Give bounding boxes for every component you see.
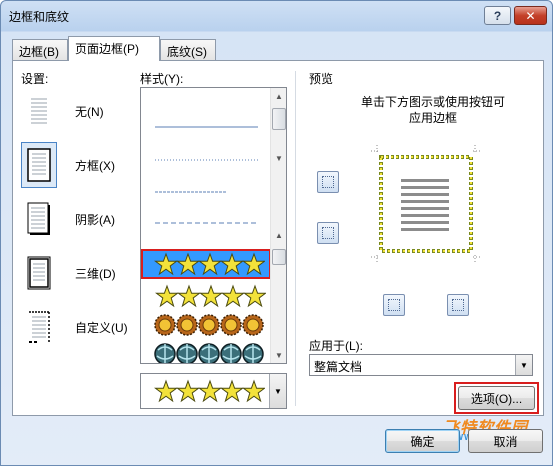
dialog-title: 边框和底纹 <box>9 10 70 24</box>
setting-none-label: 无(N) <box>75 104 104 119</box>
options-button[interactable]: 选项(O)... <box>458 386 535 410</box>
setting-box[interactable]: 方框(X) <box>21 142 115 188</box>
setting-box-label: 方框(X) <box>75 158 115 173</box>
apply-to-value: 整篇文档 <box>314 360 363 374</box>
apply-to-select[interactable]: 整篇文档 ▼ <box>309 354 533 376</box>
borders-and-shading-dialog: 边框和底纹 ? ✕ 边框(B) 页面边框(P) 底纹(S) 设置: 无(N) 方… <box>0 0 553 466</box>
preview-hint: 单击下方图示或使用按钮可 应用边框 <box>333 94 533 126</box>
art-row-suns[interactable] <box>144 310 270 340</box>
setting-shadow-label: 阴影(A) <box>75 212 115 227</box>
border-bottom-icon <box>322 227 334 239</box>
setting-3d-icon <box>21 250 57 296</box>
globe-icon-row <box>154 343 264 363</box>
art-row-globes-dark[interactable] <box>144 339 270 363</box>
close-icon: ✕ <box>525 8 536 23</box>
divider <box>295 71 296 406</box>
sun-icon-row <box>154 314 264 336</box>
scroll-up-arrow-icon-2[interactable]: ▲ <box>272 228 286 242</box>
top-border-button[interactable] <box>317 171 339 193</box>
settings-label: 设置: <box>21 72 49 86</box>
help-button[interactable]: ? <box>484 6 511 25</box>
setting-shadow-icon <box>21 196 57 242</box>
ok-button[interactable]: 确定 <box>385 429 460 453</box>
style-list-scrollbar[interactable]: ▲ ▼ ▲ ▼ <box>270 88 286 363</box>
setting-shadow[interactable]: 阴影(A) <box>21 196 115 242</box>
preview-page[interactable] <box>371 145 481 263</box>
line-style-dashed-large[interactable] <box>155 221 258 225</box>
title-bar: 边框和底纹 ? ✕ <box>1 1 552 31</box>
question-mark-icon: ? <box>493 8 502 23</box>
chevron-down-icon[interactable]: ▼ <box>269 374 286 408</box>
art-combo[interactable]: ▼ <box>140 373 287 409</box>
scroll-thumb-2[interactable] <box>272 249 286 265</box>
setting-none[interactable]: 无(N) <box>21 88 104 134</box>
style-list[interactable] <box>140 87 287 364</box>
setting-custom-label: 自定义(U) <box>75 320 128 335</box>
chevron-down-icon[interactable]: ▼ <box>515 355 532 375</box>
setting-3d-label: 三维(D) <box>75 266 116 281</box>
line-style-dashed-small[interactable] <box>155 190 258 194</box>
setting-3d[interactable]: 三维(D) <box>21 250 116 296</box>
preview-label: 预览 <box>309 72 334 86</box>
preview-hint-line1: 单击下方图示或使用按钮可 <box>360 95 505 109</box>
tab-borders[interactable]: 边框(B) <box>12 39 68 60</box>
setting-none-icon <box>21 88 57 134</box>
apply-to-label: 应用于(L): <box>309 339 364 353</box>
scroll-down-arrow-icon[interactable]: ▼ <box>272 151 286 165</box>
scroll-up-arrow-icon[interactable]: ▲ <box>272 89 286 103</box>
line-style-solid[interactable] <box>155 125 258 129</box>
preview-hint-line2: 应用边框 <box>408 111 457 125</box>
tab-shading[interactable]: 底纹(S) <box>160 39 216 60</box>
cancel-button[interactable]: 取消 <box>468 429 543 453</box>
page-border-panel: 设置: 无(N) 方框(X) 阴影(A) 三维(D) 自定义(U) 样式(Y):… <box>12 60 544 416</box>
right-border-button[interactable] <box>447 294 469 316</box>
art-row-stars[interactable] <box>144 281 270 311</box>
bottom-border-button[interactable] <box>317 222 339 244</box>
border-top-icon <box>322 176 334 188</box>
tab-page-border[interactable]: 页面边框(P) <box>68 36 160 61</box>
art-row-stars-selected[interactable] <box>141 249 271 279</box>
left-border-button[interactable] <box>383 294 405 316</box>
scroll-thumb[interactable] <box>272 108 286 130</box>
star-icon-row <box>155 380 265 402</box>
border-right-icon <box>452 299 464 311</box>
style-label: 样式(Y): <box>140 72 184 86</box>
line-style-dotted[interactable] <box>155 158 258 162</box>
border-left-icon <box>388 299 400 311</box>
setting-box-icon <box>21 142 57 188</box>
scroll-down-arrow-icon-2[interactable]: ▼ <box>272 348 286 362</box>
star-icon-row <box>155 253 265 275</box>
star-icon-row <box>156 285 266 307</box>
close-button[interactable]: ✕ <box>514 6 547 25</box>
setting-custom[interactable]: 自定义(U) <box>21 304 128 350</box>
setting-custom-icon <box>21 304 57 350</box>
